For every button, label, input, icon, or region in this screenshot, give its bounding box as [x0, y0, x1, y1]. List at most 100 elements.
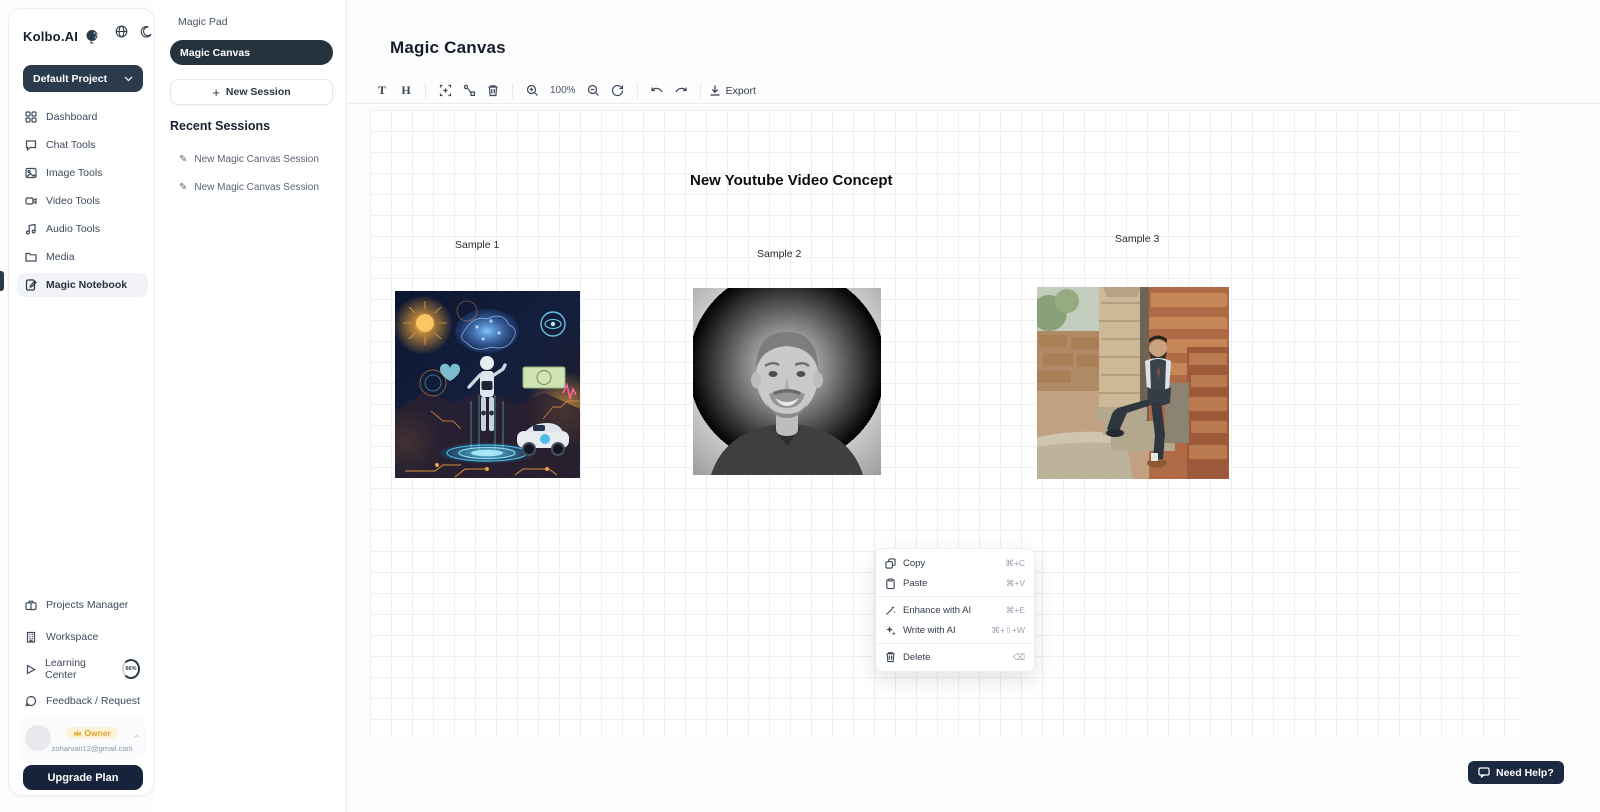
sidebar-item-chat-tools[interactable]: Chat Tools	[17, 133, 148, 157]
sidebar-item-label: Projects Manager	[46, 599, 128, 611]
context-menu-item-enhance-with-ai[interactable]: Enhance with AI ⌘+E	[876, 600, 1034, 620]
sidebar-item-label: Dashboard	[46, 111, 97, 123]
session-list-item[interactable]: ✎ New Magic Canvas Session	[179, 179, 339, 195]
context-menu-item-write-with-ai[interactable]: Write with AI ⌘+⇧+W	[876, 620, 1034, 640]
sidebar-item-feedback[interactable]: Feedback / Request	[17, 687, 148, 715]
sidebar-item-workspace[interactable]: Workspace	[17, 623, 148, 651]
session-item-label: New Magic Canvas Session	[194, 182, 319, 193]
sidebar-item-learning-center[interactable]: Learning Center 66%	[17, 655, 148, 683]
context-menu-shortcut: ⌘+⇧+W	[991, 625, 1025, 636]
reset-view-button[interactable]	[607, 80, 629, 102]
ai-select-tool-button[interactable]	[434, 80, 456, 102]
chevron-down-icon	[124, 76, 133, 82]
context-menu: Copy ⌘+C Paste ⌘+V Enhance with AI ⌘+E W…	[875, 548, 1035, 672]
dashboard-icon	[25, 111, 37, 123]
plus-icon: +	[212, 85, 220, 100]
zoom-in-icon	[526, 84, 539, 97]
copy-icon	[885, 558, 896, 569]
canvas-text-object[interactable]: Sample 2	[757, 248, 801, 260]
text-tool-button[interactable]: T	[371, 80, 393, 102]
project-selector-label: Default Project	[33, 73, 107, 85]
user-email: zoharvan12@gmail.com	[51, 744, 133, 753]
pencil-icon: ✎	[179, 182, 187, 193]
project-selector[interactable]: Default Project	[23, 65, 143, 92]
magic-canvas-surface[interactable]: New Youtube Video Concept Sample 1 Sampl…	[370, 110, 1518, 737]
clipboard-icon	[885, 578, 896, 589]
rotate-reset-icon	[611, 84, 624, 97]
upgrade-plan-label: Upgrade Plan	[48, 772, 119, 784]
user-account-row[interactable]: Owner zoharvan12@gmail.com ⌃	[19, 717, 146, 759]
sidebar-footer-nav: Projects Manager Workspace Learning Cent…	[17, 591, 148, 719]
sidebar-item-dashboard[interactable]: Dashboard	[17, 105, 148, 129]
brain-logo-icon	[85, 28, 101, 44]
heading-tool-button[interactable]: H	[395, 80, 417, 102]
context-menu-item-delete[interactable]: Delete ⌫	[876, 647, 1034, 667]
context-menu-item-copy[interactable]: Copy ⌘+C	[876, 553, 1034, 573]
connector-tool-button[interactable]	[458, 80, 480, 102]
logo-text: Kolbo.AI	[23, 29, 78, 44]
sidebar-item-label: Media	[46, 251, 75, 263]
context-menu-divider	[876, 596, 1034, 597]
zoom-in-button[interactable]	[521, 80, 543, 102]
context-menu-label: Write with AI	[903, 625, 984, 636]
canvas-image-ai-robot[interactable]	[395, 291, 580, 478]
undo-button[interactable]	[646, 80, 668, 102]
globe-icon[interactable]	[115, 25, 128, 38]
audio-icon	[25, 223, 37, 235]
canvas-text-object[interactable]: Sample 3	[1115, 233, 1159, 245]
export-button[interactable]: Export	[709, 84, 756, 97]
panel-item-label: Magic Canvas	[180, 47, 250, 59]
session-list-item[interactable]: ✎ New Magic Canvas Session	[179, 151, 339, 167]
sparkles-icon	[885, 625, 896, 636]
sidebar-item-projects-manager[interactable]: Projects Manager	[17, 591, 148, 619]
text-tool-glyph: T	[378, 83, 386, 98]
sidebar-item-media[interactable]: Media	[17, 245, 148, 269]
chat-icon	[25, 139, 37, 151]
owner-badge: Owner	[66, 727, 117, 739]
canvas-heading-object[interactable]: New Youtube Video Concept	[690, 172, 893, 189]
page-title: Magic Canvas	[390, 38, 506, 58]
need-help-button[interactable]: Need Help?	[1468, 761, 1564, 784]
context-menu-item-paste[interactable]: Paste ⌘+V	[876, 573, 1034, 593]
new-session-button[interactable]: + New Session	[170, 79, 333, 105]
tool-panel: Magic Pad Magic Canvas + New Session Rec…	[155, 0, 347, 812]
session-item-label: New Magic Canvas Session	[194, 154, 319, 165]
sidebar-item-audio-tools[interactable]: Audio Tools	[17, 217, 148, 241]
canvas-toolbar: T H 100% Export	[371, 78, 756, 103]
dark-mode-moon-icon[interactable]	[140, 26, 152, 38]
redo-button[interactable]	[670, 80, 692, 102]
toolbar-divider	[512, 83, 513, 99]
folder-icon	[25, 251, 37, 263]
upgrade-plan-button[interactable]: Upgrade Plan	[23, 765, 143, 790]
sidebar-item-video-tools[interactable]: Video Tools	[17, 189, 148, 213]
trash-icon	[885, 651, 896, 663]
canvas-text-object[interactable]: Sample 1	[455, 239, 499, 251]
sidebar-item-magic-notebook[interactable]: Magic Notebook	[17, 273, 148, 297]
canvas-image-portrait[interactable]	[693, 288, 881, 475]
context-menu-shortcut: ⌘+C	[1005, 558, 1025, 569]
notebook-icon	[25, 279, 37, 291]
toolbar-divider	[700, 83, 701, 99]
panel-item-magic-canvas[interactable]: Magic Canvas	[170, 40, 333, 65]
delete-tool-button[interactable]	[482, 80, 504, 102]
play-icon	[25, 664, 36, 675]
sidebar-item-label: Workspace	[46, 631, 98, 643]
sidebar-item-label: Chat Tools	[46, 139, 95, 151]
panel-item-magic-pad[interactable]: Magic Pad	[178, 16, 228, 28]
zoom-level-indicator[interactable]: 100%	[545, 85, 581, 96]
toolbar-divider-rule	[347, 103, 1600, 104]
logo: Kolbo.AI	[23, 25, 143, 47]
image-icon	[25, 167, 37, 179]
context-menu-shortcut: ⌘+E	[1006, 605, 1025, 616]
trash-icon	[487, 84, 499, 97]
undo-icon	[650, 85, 664, 96]
context-menu-label: Paste	[903, 578, 999, 589]
zoom-out-button[interactable]	[583, 80, 605, 102]
app-window: Kolbo.AI Default Project Dashboard Chat …	[0, 0, 1600, 812]
canvas-image-ruins[interactable]	[1037, 287, 1229, 479]
sidebar-item-image-tools[interactable]: Image Tools	[17, 161, 148, 185]
primary-sidebar: Kolbo.AI Default Project Dashboard Chat …	[8, 8, 155, 796]
owner-badge-label: Owner	[84, 728, 110, 738]
magic-wand-icon	[885, 605, 896, 616]
redo-icon	[674, 85, 688, 96]
